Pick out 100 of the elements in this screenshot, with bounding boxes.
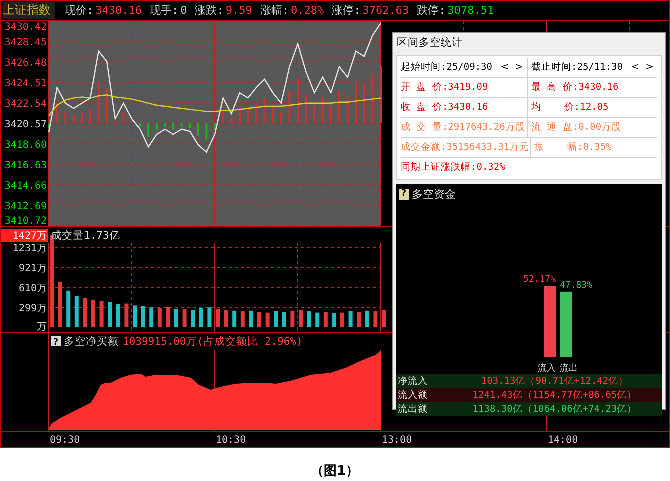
- volume-bar: [83, 298, 88, 327]
- volume-tick: 921万: [18, 264, 47, 275]
- price-tick: 3412.69: [4, 202, 47, 212]
- volume-bar: [74, 296, 79, 327]
- price-tick: 3418.60: [4, 140, 47, 151]
- step-button[interactable]: <: [628, 62, 643, 73]
- volume-tick: 610万: [18, 284, 47, 295]
- volume-bar: [282, 312, 286, 327]
- volume-bar: [199, 308, 204, 327]
- step-button[interactable]: <: [498, 62, 512, 73]
- price-tick: 3430.42: [4, 22, 47, 33]
- category-label: 流入: [538, 364, 556, 374]
- net-buy-value: 1039915.00万(占成交额比 2.96%): [123, 336, 303, 348]
- volume-bar: [290, 310, 295, 327]
- fund-label: 流入额: [397, 388, 429, 402]
- volume-bar: [240, 312, 245, 327]
- stat-text: 流 通 盘:0.00万股: [532, 121, 622, 134]
- volume-bar: [299, 310, 303, 327]
- volume-bar: [232, 310, 237, 327]
- volume-bar: [158, 308, 162, 327]
- price-tick: 3420.57: [4, 120, 47, 130]
- quote-value: 0.28%: [290, 4, 324, 17]
- price-tick: 3416.63: [4, 160, 47, 172]
- volume-bar: [316, 312, 320, 327]
- quote-value: 3430.16: [96, 4, 142, 17]
- volume-bar: [208, 308, 212, 327]
- volume-bar: [133, 306, 137, 327]
- volume-bar: [108, 302, 112, 327]
- fund-value: 1138.30亿（1064.06亿+74.23亿）: [472, 402, 638, 416]
- stat-text: 成交金额:35156433.31万元: [401, 141, 530, 154]
- fund-value: 1241.43亿（1154.77亿+86.65亿）: [472, 388, 638, 402]
- quote-value: 3762.63: [362, 4, 410, 17]
- volume-title: 成交量1.73亿: [51, 230, 120, 242]
- percent-label: 47.83%: [560, 280, 593, 291]
- stat-text: 最 高 价:3430.16: [532, 81, 619, 94]
- stat-text: 振 幅:0.35%: [534, 141, 612, 154]
- price-tick: 3426.48: [4, 58, 47, 69]
- volume-bar: [340, 312, 344, 327]
- volume-bar: [100, 301, 104, 327]
- fund-label: 流出额: [397, 402, 429, 416]
- step-button[interactable]: >: [512, 62, 526, 73]
- index-title: 上证指数: [3, 2, 55, 19]
- volume-bar: [365, 310, 370, 327]
- quote-label: 涨跌:: [195, 3, 224, 18]
- fund-label: 净流入: [397, 374, 429, 388]
- net-buy-title: 多空净买额: [64, 336, 119, 348]
- volume-bar: [274, 312, 278, 327]
- volume-bar: [374, 312, 378, 327]
- quote-label: 现价:: [65, 3, 94, 18]
- volume-bar: [382, 310, 386, 327]
- volume-bar: [258, 312, 262, 327]
- price-tick: 3422.54: [4, 99, 47, 110]
- stat-text: 截止时间:25/11:30: [532, 61, 623, 74]
- quote-value: 0: [180, 4, 188, 17]
- max-volume-label: 1427万: [1, 229, 48, 242]
- stat-text: 开 盘 价:3419.09: [401, 81, 488, 94]
- fund-bar: [560, 292, 572, 357]
- volume-bar: [348, 312, 353, 327]
- volume-bar: [324, 312, 328, 327]
- time-label: 13:00: [382, 435, 412, 446]
- help-icon: ?: [51, 336, 61, 348]
- volume-bar: [357, 312, 362, 327]
- help-icon: ?: [399, 189, 409, 200]
- volume-bar: [58, 282, 62, 327]
- price-tick: 3410.72: [4, 216, 47, 226]
- volume-bar: [182, 310, 187, 327]
- quote-value: 3078.51: [448, 4, 494, 17]
- quote-value: 9.59: [226, 4, 252, 17]
- quote-label: 涨停:: [332, 3, 361, 18]
- quote-label: 现手:: [150, 3, 179, 18]
- percent-label: 52.17%: [523, 275, 556, 285]
- stat-text: 成 交 量:2917643.26万股: [401, 121, 526, 134]
- stat-text: 收 盘 价:3430.16: [401, 101, 488, 114]
- volume-bar: [191, 310, 196, 327]
- fund-title: 多空资金: [412, 187, 456, 202]
- volume-bar: [216, 308, 220, 327]
- quote-label: 涨幅:: [260, 3, 289, 18]
- category-label: 流出: [560, 364, 578, 374]
- volume-bar: [66, 290, 71, 327]
- time-label: 09:30: [50, 435, 80, 446]
- fund-value: 103.13亿（90.71亿+12.42亿）: [480, 374, 630, 388]
- stat-text: 均 价:12.05: [532, 101, 609, 114]
- volume-bar: [150, 308, 154, 327]
- time-label: 14:00: [548, 435, 578, 446]
- volume-tick: 万: [37, 322, 47, 332]
- volume-bar: [116, 304, 120, 327]
- volume-bar: [266, 312, 270, 327]
- volume-bar: [141, 306, 146, 327]
- time-label: 10:30: [216, 435, 246, 446]
- stat-text: 起始时间:25/09:30: [401, 61, 492, 74]
- stat-text: 同期上证涨跌幅:0.32%: [401, 161, 506, 174]
- window-title: 区间多空统计: [396, 36, 464, 51]
- volume-bar: [92, 300, 96, 327]
- volume-bar: [124, 304, 129, 327]
- volume-tick: 1231万: [12, 244, 47, 255]
- volume-bar: [332, 313, 336, 327]
- y-tick-label: 1427万: [12, 231, 47, 242]
- step-button[interactable]: >: [642, 62, 657, 73]
- figure-caption: （图1）: [310, 463, 360, 480]
- price-tick: 3424.51: [4, 78, 47, 90]
